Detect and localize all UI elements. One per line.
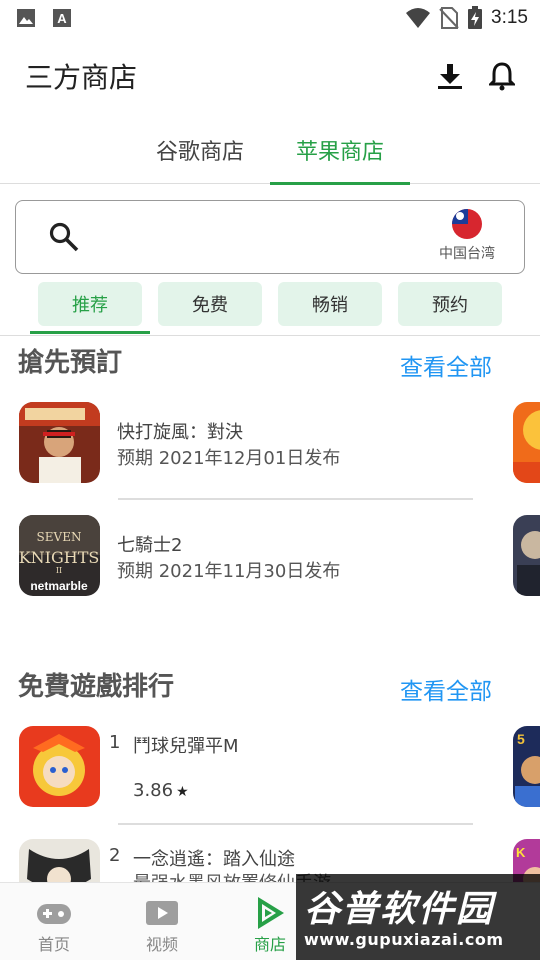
no-sim-icon bbox=[439, 7, 459, 29]
category-chips: 推荐 免费 畅销 预约 bbox=[0, 282, 540, 336]
list-item[interactable]: 快打旋風：對決 预期 2021年12月01日发布 bbox=[0, 402, 540, 486]
star-icon: ★ bbox=[176, 784, 189, 800]
taiwan-flag-icon bbox=[452, 209, 482, 239]
tab-apple-store[interactable]: 苹果商店 bbox=[270, 116, 410, 185]
download-icon bbox=[438, 64, 462, 89]
see-all-free-ranking-link[interactable]: 查看全部 bbox=[400, 672, 492, 706]
divider bbox=[118, 823, 473, 825]
chip-active-indicator bbox=[30, 331, 150, 334]
chip-free[interactable]: 免费 bbox=[158, 282, 262, 326]
svg-text:netmarble: netmarble bbox=[30, 579, 88, 593]
nav-home[interactable]: 首页 bbox=[0, 883, 108, 960]
app-name: 一念逍遙：踏入仙途 bbox=[133, 849, 295, 870]
play-store-icon bbox=[258, 897, 284, 929]
section-title-free-ranking: 免費遊戲排行 bbox=[18, 672, 175, 702]
svg-text:KNIGHTS: KNIGHTS bbox=[19, 548, 99, 567]
svg-text:5: 5 bbox=[517, 731, 525, 747]
app-icon-peek: 5 bbox=[513, 726, 540, 807]
app-header: 三方商店 bbox=[0, 36, 540, 116]
nav-label: 视频 bbox=[145, 935, 178, 954]
app-release-date: 预期 2021年11月30日发布 bbox=[117, 561, 341, 582]
notification-button[interactable] bbox=[486, 60, 518, 92]
tab-google-store[interactable]: 谷歌商店 bbox=[130, 116, 270, 184]
divider bbox=[118, 498, 473, 500]
section-title-preorder: 搶先預訂 bbox=[18, 348, 123, 378]
app-icon-street-fighter bbox=[19, 402, 100, 483]
app-icon-peek bbox=[513, 515, 540, 596]
app-icon-peek bbox=[513, 402, 540, 483]
nav-label: 首页 bbox=[37, 935, 70, 954]
rank-number: 1 bbox=[109, 732, 121, 753]
download-button[interactable] bbox=[434, 60, 466, 92]
app-name: 快打旋風：對決 bbox=[117, 422, 243, 443]
status-bar: A 3:15 bbox=[0, 0, 540, 36]
gamepad-icon bbox=[37, 904, 71, 924]
app-rating: 3.86 ★ bbox=[133, 780, 189, 801]
app-icon-seven-knights: SEVEN KNIGHTS II netmarble bbox=[19, 515, 100, 596]
nav-video[interactable]: 视频 bbox=[108, 883, 216, 960]
search-input[interactable]: 中国台湾 bbox=[15, 200, 525, 274]
list-item[interactable]: SEVEN KNIGHTS II netmarble 七騎士2 预期 2021年… bbox=[0, 515, 540, 599]
svg-text:K: K bbox=[516, 845, 526, 860]
wifi-icon bbox=[406, 8, 431, 28]
rank-number: 2 bbox=[109, 845, 121, 866]
page-title: 三方商店 bbox=[25, 61, 138, 94]
app-name: 鬥球兒彈平M bbox=[133, 736, 239, 757]
chip-preorder[interactable]: 预约 bbox=[398, 282, 502, 326]
watermark-url: www.gupuxiazai.com bbox=[304, 930, 504, 949]
watermark-title: 谷普软件园 bbox=[304, 889, 495, 930]
chip-bestseller[interactable]: 畅销 bbox=[278, 282, 382, 326]
font-icon: A bbox=[53, 9, 71, 27]
svg-text:II: II bbox=[56, 566, 62, 575]
region-selector[interactable]: 中国台湾 bbox=[432, 209, 502, 263]
see-all-preorder-link[interactable]: 查看全部 bbox=[400, 348, 492, 382]
store-tabs: 谷歌商店 苹果商店 bbox=[0, 116, 540, 185]
app-icon-dodgeball bbox=[19, 726, 100, 807]
chip-recommended[interactable]: 推荐 bbox=[38, 282, 142, 326]
list-item[interactable]: 1 鬥球兒彈平M 3.86 ★ 5 bbox=[0, 726, 540, 810]
app-name: 七騎士2 bbox=[117, 535, 183, 556]
svg-text:A: A bbox=[57, 11, 67, 26]
video-icon bbox=[146, 901, 178, 925]
watermark: 谷普软件园 www.gupuxiazai.com bbox=[296, 874, 540, 960]
clock: 3:15 bbox=[491, 7, 528, 28]
svg-text:SEVEN: SEVEN bbox=[37, 530, 82, 544]
battery-charging-icon bbox=[468, 6, 483, 29]
search-icon bbox=[49, 222, 79, 252]
image-icon bbox=[17, 9, 35, 27]
bell-icon bbox=[489, 62, 515, 91]
rating-value: 3.86 bbox=[133, 780, 174, 801]
region-label: 中国台湾 bbox=[439, 246, 495, 262]
app-release-date: 预期 2021年12月01日发布 bbox=[117, 448, 341, 469]
